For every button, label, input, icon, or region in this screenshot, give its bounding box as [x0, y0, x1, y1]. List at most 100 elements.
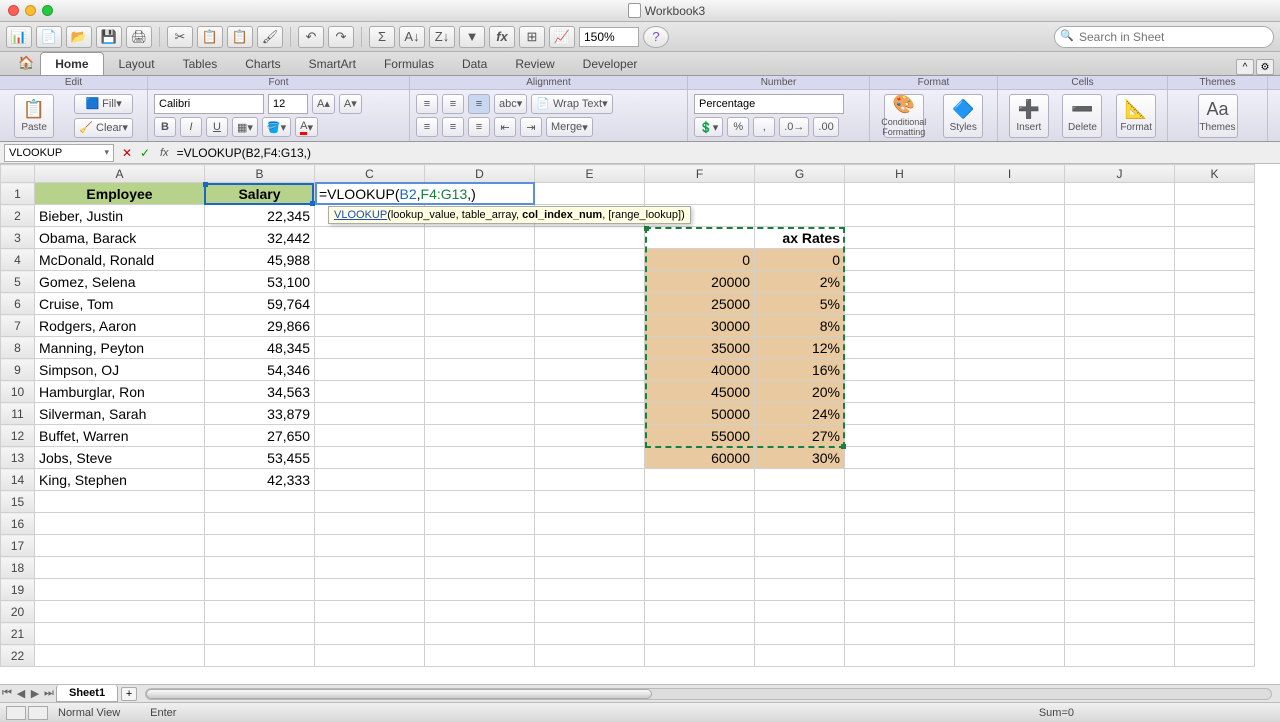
cell[interactable] — [955, 535, 1065, 557]
cell[interactable] — [955, 623, 1065, 645]
tab-review[interactable]: Review — [501, 53, 568, 75]
row-header[interactable]: 20 — [1, 601, 35, 623]
cell[interactable] — [205, 601, 315, 623]
cell[interactable] — [645, 645, 755, 667]
cell[interactable] — [845, 425, 955, 447]
cell[interactable] — [315, 315, 425, 337]
cell[interactable]: King, Stephen — [35, 469, 205, 491]
cell[interactable]: 2% — [755, 271, 845, 293]
row-header[interactable]: 17 — [1, 535, 35, 557]
col-header[interactable]: D — [425, 165, 535, 183]
cell[interactable] — [645, 469, 755, 491]
format-painter-icon[interactable]: 🖌 — [257, 26, 283, 48]
cell[interactable]: Silverman, Sarah — [35, 403, 205, 425]
cell[interactable]: 20% — [755, 381, 845, 403]
font-name-select[interactable] — [154, 94, 264, 114]
font-color-button[interactable]: A▾ — [295, 117, 318, 137]
cell[interactable] — [35, 535, 205, 557]
cell[interactable] — [1065, 381, 1175, 403]
paste-button[interactable]: 📋Paste — [14, 94, 54, 138]
cell[interactable] — [755, 513, 845, 535]
cell[interactable] — [1175, 491, 1255, 513]
cell[interactable] — [755, 469, 845, 491]
cell[interactable] — [1065, 623, 1175, 645]
new-icon[interactable]: 📄 — [36, 26, 62, 48]
paste-icon[interactable]: 📋 — [227, 26, 253, 48]
cell[interactable] — [205, 491, 315, 513]
prev-sheet-icon[interactable]: ◀ — [14, 687, 28, 700]
col-header[interactable]: B — [205, 165, 315, 183]
cell[interactable] — [845, 293, 955, 315]
cell[interactable] — [845, 469, 955, 491]
cell[interactable] — [315, 579, 425, 601]
tab-smartart[interactable]: SmartArt — [295, 53, 370, 75]
cell[interactable]: Simpson, OJ — [35, 359, 205, 381]
cell[interactable] — [315, 271, 425, 293]
cell[interactable] — [755, 601, 845, 623]
cell[interactable] — [1175, 315, 1255, 337]
tab-charts[interactable]: Charts — [231, 53, 294, 75]
cell[interactable]: 48,345 — [205, 337, 315, 359]
cell[interactable] — [1175, 425, 1255, 447]
cell[interactable] — [35, 513, 205, 535]
currency-icon[interactable]: 💲▾ — [694, 117, 723, 137]
align-middle-icon[interactable]: ≡ — [442, 94, 464, 114]
cell[interactable] — [845, 227, 955, 249]
column-headers[interactable]: A B C D E F G H I J K — [1, 165, 1255, 183]
row-header[interactable]: 10 — [1, 381, 35, 403]
last-sheet-icon[interactable]: ⏭ — [42, 687, 56, 700]
cell[interactable] — [1065, 249, 1175, 271]
cell[interactable] — [1175, 645, 1255, 667]
horizontal-scrollbar[interactable] — [145, 688, 1272, 700]
cell[interactable]: Jobs, Steve — [35, 447, 205, 469]
cell[interactable] — [35, 623, 205, 645]
cell[interactable] — [1175, 579, 1255, 601]
cell[interactable] — [425, 337, 535, 359]
cell[interactable] — [645, 183, 755, 205]
cell[interactable] — [955, 513, 1065, 535]
cell[interactable] — [1175, 337, 1255, 359]
cell[interactable] — [425, 425, 535, 447]
cell[interactable] — [1175, 557, 1255, 579]
cell[interactable] — [845, 579, 955, 601]
cell[interactable]: Hamburglar, Ron — [35, 381, 205, 403]
cell[interactable]: 27,650 — [205, 425, 315, 447]
zoom-icon[interactable] — [42, 5, 53, 16]
sort-asc-icon[interactable]: A↓ — [399, 26, 425, 48]
row-header[interactable]: 3 — [1, 227, 35, 249]
cell[interactable]: 30000 — [645, 315, 755, 337]
cell[interactable] — [955, 249, 1065, 271]
fill-button[interactable]: 🟦 Fill ▾ — [74, 94, 133, 114]
cell[interactable] — [315, 381, 425, 403]
bold-button[interactable]: B — [154, 117, 176, 137]
cell[interactable] — [755, 645, 845, 667]
normal-view-icon[interactable] — [6, 706, 26, 720]
cell[interactable] — [425, 403, 535, 425]
cut-icon[interactable]: ✂ — [167, 26, 193, 48]
row-header[interactable]: 15 — [1, 491, 35, 513]
cell[interactable] — [1175, 403, 1255, 425]
cell[interactable] — [955, 227, 1065, 249]
font-size-select[interactable] — [268, 94, 308, 114]
cell[interactable] — [755, 623, 845, 645]
cell[interactable] — [1065, 227, 1175, 249]
cell[interactable] — [845, 337, 955, 359]
confirm-icon[interactable]: ✓ — [136, 145, 154, 161]
col-header[interactable]: F — [645, 165, 755, 183]
cell[interactable] — [425, 227, 535, 249]
zoom-input[interactable] — [579, 27, 639, 47]
cell[interactable] — [315, 227, 425, 249]
cell[interactable] — [845, 513, 955, 535]
delete-button[interactable]: ➖Delete — [1062, 94, 1102, 138]
col-header[interactable]: H — [845, 165, 955, 183]
cell[interactable] — [535, 403, 645, 425]
cell[interactable] — [645, 535, 755, 557]
cell[interactable]: 27% — [755, 425, 845, 447]
cell[interactable] — [1175, 249, 1255, 271]
ribbon-collapse-icon[interactable]: ^ — [1236, 59, 1254, 75]
cell[interactable]: 35000 — [645, 337, 755, 359]
cell[interactable] — [755, 183, 845, 205]
fx-icon[interactable]: fx — [489, 26, 515, 48]
cell[interactable] — [315, 425, 425, 447]
page-layout-view-icon[interactable] — [28, 706, 48, 720]
